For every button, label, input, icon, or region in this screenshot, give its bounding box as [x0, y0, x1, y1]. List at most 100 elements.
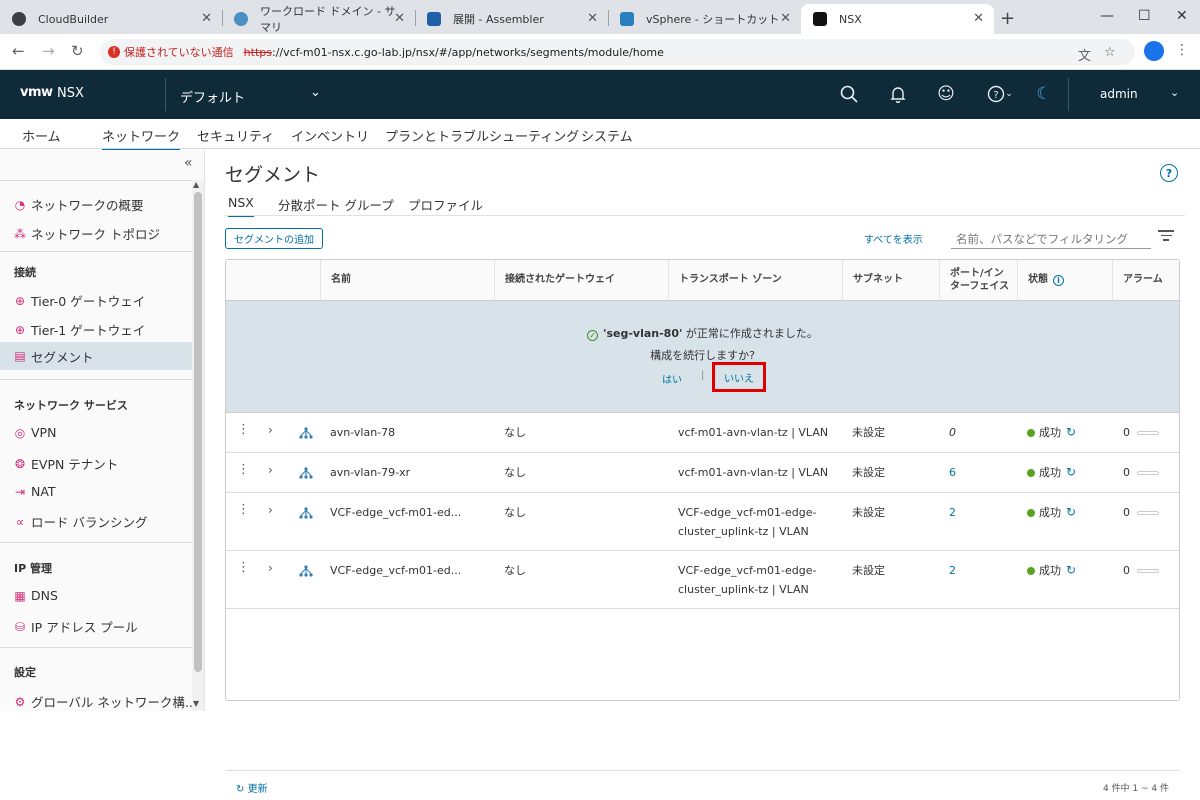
profile-avatar[interactable]: [1144, 41, 1164, 61]
close-icon[interactable]: ✕: [973, 11, 984, 26]
show-all-link[interactable]: すべてを表示: [864, 231, 923, 246]
sidebar-item-tier1[interactable]: ⊕ Tier-1 ゲートウェイ: [14, 320, 145, 339]
nav-home[interactable]: ホーム: [22, 126, 61, 145]
scroll-thumb[interactable]: [194, 192, 202, 672]
nav-networking[interactable]: ネットワーク: [102, 126, 181, 152]
close-icon[interactable]: ✕: [201, 11, 212, 26]
no-button[interactable]: いいえ: [724, 370, 754, 385]
omnibox[interactable]: ! 保護されていない通信 https://vcf-m01-nsx.c.go-la…: [100, 39, 1135, 65]
browser-tab-vsphere[interactable]: vSphere - ショートカット ✕: [608, 4, 801, 34]
project-selector[interactable]: デフォルト: [180, 87, 245, 106]
add-segment-button[interactable]: セグメントの追加: [225, 228, 323, 249]
security-indicator[interactable]: ! 保護されていない通信: [108, 44, 234, 60]
nav-plan-troubleshoot[interactable]: プランとトラブルシューティング: [385, 126, 579, 145]
browser-tab-workload-domain[interactable]: ワークロード ドメイン - サマリ ✕: [222, 4, 415, 34]
sidebar-item-vpn[interactable]: ◎ VPN: [14, 425, 57, 440]
refresh-button[interactable]: ↻ 更新: [236, 780, 268, 795]
browser-tab-cloudbuilder[interactable]: CloudBuilder ✕: [0, 4, 222, 34]
segment-name[interactable]: avn-vlan-78: [330, 423, 395, 442]
sidebar-item-nat[interactable]: ⇥ NAT: [14, 484, 56, 499]
sidebar-item-label: IP アドレス プール: [31, 620, 138, 635]
column-header-ports[interactable]: ポート/イン ターフェイス: [939, 260, 1017, 301]
row-actions-icon[interactable]: ⋮: [237, 462, 250, 477]
port-count-link[interactable]: 2: [949, 503, 956, 522]
expand-chevron-icon[interactable]: ›: [268, 463, 273, 477]
close-icon[interactable]: ✕: [780, 11, 791, 26]
translate-icon[interactable]: 文: [1078, 45, 1091, 64]
window-close-button[interactable]: ✕: [1176, 8, 1188, 24]
close-icon[interactable]: ✕: [394, 11, 405, 26]
url-text[interactable]: https://vcf-m01-nsx.c.go-lab.jp/nsx/#/ap…: [244, 46, 664, 59]
browser-tab-assembler[interactable]: 展開 - Assembler ✕: [415, 4, 608, 34]
dark-mode-icon[interactable]: ☾: [1032, 82, 1056, 106]
column-header-alarms[interactable]: アラーム: [1112, 260, 1179, 301]
segment-name[interactable]: VCF-edge_vcf-m01-ed...: [330, 561, 461, 580]
sidebar-item-network-overview[interactable]: ◔ ネットワークの概要: [14, 195, 144, 214]
nav-security[interactable]: セキュリティ: [197, 126, 274, 145]
scroll-down-icon[interactable]: ▼: [193, 699, 199, 708]
sidebar-item-evpn[interactable]: ❂ EVPN テナント: [14, 454, 118, 473]
filter-input[interactable]: 名前、パスなどでフィルタリング: [951, 227, 1151, 249]
sidebar-item-dns[interactable]: ▦ DNS: [14, 588, 58, 603]
refresh-icon[interactable]: ↻: [1066, 561, 1076, 580]
table-row[interactable]: ⋮ › VCF-edge_vcf-m01-ed... なし VCF-edge_v…: [226, 493, 1179, 551]
yes-button[interactable]: はい: [662, 371, 682, 386]
nav-inventory[interactable]: インベントリ: [291, 126, 369, 145]
reload-button[interactable]: ↻: [71, 42, 84, 60]
close-icon[interactable]: ✕: [587, 11, 598, 26]
sidebar-item-tier0[interactable]: ⊕ Tier-0 ゲートウェイ: [14, 291, 145, 310]
table-row[interactable]: ⋮ › avn-vlan-79-xr なし vcf-m01-avn-vlan-t…: [226, 453, 1179, 493]
refresh-icon[interactable]: ↻: [1066, 503, 1076, 522]
smiley-icon[interactable]: ☺: [934, 82, 958, 106]
collapse-sidebar-icon[interactable]: «: [184, 155, 193, 171]
user-menu[interactable]: admin: [1100, 87, 1138, 101]
sidebar-item-global-networking[interactable]: ⚙ グローバル ネットワーク構...: [14, 692, 197, 711]
table-row[interactable]: ⋮ › VCF-edge_vcf-m01-ed... なし VCF-edge_v…: [226, 551, 1179, 609]
chevron-down-icon[interactable]: ⌄: [1170, 86, 1179, 99]
sidebar-item-load-balancing[interactable]: ∝ ロード バランシング: [14, 512, 148, 531]
tab-nsx[interactable]: NSX: [228, 195, 254, 217]
row-actions-icon[interactable]: ⋮: [237, 422, 250, 437]
sidebar-item-ip-pools[interactable]: ⛁ IP アドレス プール: [14, 617, 138, 636]
port-count-link[interactable]: 2: [949, 561, 956, 580]
forward-button[interactable]: →: [42, 42, 55, 60]
expand-chevron-icon[interactable]: ›: [268, 561, 273, 575]
row-actions-icon[interactable]: ⋮: [237, 502, 250, 517]
bell-icon[interactable]: [886, 82, 910, 106]
nav-system[interactable]: システム: [581, 126, 633, 145]
new-tab-button[interactable]: +: [1000, 8, 1015, 29]
browser-menu-icon[interactable]: ⋮: [1175, 42, 1189, 58]
star-icon[interactable]: ☆: [1104, 45, 1116, 60]
help-menu-icon[interactable]: ? ⌄: [985, 82, 1015, 106]
column-header-name[interactable]: 名前: [320, 260, 494, 301]
expand-chevron-icon[interactable]: ›: [268, 503, 273, 517]
filter-icon[interactable]: [1158, 230, 1174, 242]
sidebar-scrollbar[interactable]: ▲ ▼: [192, 180, 204, 711]
tab-distributed-port-groups[interactable]: 分散ポート グループ: [278, 195, 394, 214]
refresh-icon[interactable]: ↻: [1066, 463, 1076, 482]
port-count-link[interactable]: 6: [949, 463, 956, 482]
minimize-button[interactable]: —: [1100, 8, 1114, 24]
info-icon[interactable]: i: [1053, 275, 1064, 286]
help-icon[interactable]: ?: [1160, 164, 1178, 182]
column-header-subnet[interactable]: サブネット: [842, 260, 939, 301]
column-header-transport-zone[interactable]: トランスポート ゾーン: [668, 260, 842, 301]
column-header-gateway[interactable]: 接続されたゲートウェイ: [494, 260, 668, 301]
scroll-up-icon[interactable]: ▲: [193, 180, 199, 189]
tab-profiles[interactable]: プロファイル: [408, 195, 483, 214]
chevron-down-icon[interactable]: ⌄: [310, 85, 321, 100]
segment-name[interactable]: VCF-edge_vcf-m01-ed...: [330, 503, 461, 522]
segment-name[interactable]: avn-vlan-79-xr: [330, 463, 410, 482]
sidebar-item-network-topology[interactable]: ⁂ ネットワーク トポロジ: [14, 224, 160, 243]
maximize-button[interactable]: ☐: [1138, 8, 1151, 24]
browser-tab-nsx[interactable]: NSX ✕: [801, 4, 994, 34]
search-icon[interactable]: [837, 82, 861, 106]
table-row[interactable]: ⋮ › avn-vlan-78 なし vcf-m01-avn-vlan-tz |…: [226, 413, 1179, 453]
back-button[interactable]: ←: [12, 42, 25, 60]
sidebar-item-segments[interactable]: ▤ セグメント: [0, 342, 192, 370]
refresh-icon[interactable]: ↻: [1066, 423, 1076, 442]
column-header-status[interactable]: 状態 i: [1017, 260, 1112, 301]
expand-chevron-icon[interactable]: ›: [268, 423, 273, 437]
alarm-bar: [1137, 568, 1159, 573]
row-actions-icon[interactable]: ⋮: [237, 560, 250, 575]
